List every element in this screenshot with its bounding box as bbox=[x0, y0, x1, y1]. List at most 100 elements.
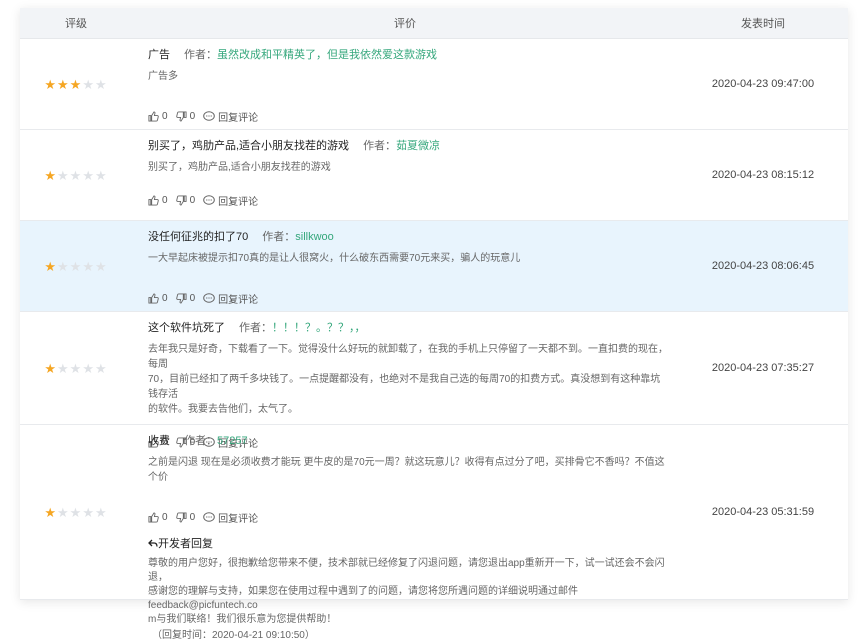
table-row: ★★★★★ 收费 作者：57257 之前是闪退 现在是必须收费才能玩 更牛皮的是7… bbox=[20, 425, 848, 641]
thumbs-down-icon bbox=[175, 111, 187, 122]
star-filled-icon: ★ bbox=[44, 360, 58, 376]
star-filled-icon: ★ bbox=[44, 167, 58, 183]
star-empty-icon: ★ bbox=[82, 258, 95, 274]
star-rating: ★★★★★ bbox=[44, 260, 107, 273]
time-cell: 2020-04-23 07:35:27 bbox=[711, 362, 815, 374]
thumbs-down-icon bbox=[175, 195, 187, 206]
review-cell: 广告 作者：虽然改成和平精英了，但是我依然爱这款游戏 广告多 0 0 回复评论 bbox=[132, 39, 678, 129]
dislike-button[interactable]: 0 bbox=[175, 512, 195, 523]
time-cell: 2020-04-23 05:31:59 bbox=[711, 506, 815, 518]
review-author[interactable]: sillkwoo bbox=[295, 231, 334, 243]
rating-cell: ★★★★★ bbox=[20, 39, 132, 129]
dislike-button[interactable]: 0 bbox=[175, 293, 195, 304]
table-row: ★★★★★ 没任何征兆的扣了70 作者：sillkwoo 一大早起床被提示扣70真… bbox=[20, 221, 848, 312]
review-content: 一大早起床被提示扣70真的是让人很窝火，什么破东西需要70元来买，骗人的玩意儿 bbox=[148, 253, 521, 264]
star-empty-icon: ★ bbox=[94, 258, 108, 274]
star-filled-icon: ★ bbox=[44, 76, 58, 92]
like-button[interactable]: 0 bbox=[148, 293, 168, 304]
star-empty-icon: ★ bbox=[69, 504, 83, 520]
time-cell: 2020-04-23 09:47:00 bbox=[711, 78, 815, 90]
reply-arrow-icon bbox=[148, 539, 158, 547]
review-content: 之前是闪退 现在是必须收费才能玩 更牛皮的是70元一周？就这玩意儿？收得有点过分… bbox=[148, 457, 665, 483]
review-author[interactable]: 57257 bbox=[217, 435, 248, 447]
star-empty-icon: ★ bbox=[82, 504, 95, 520]
comment-icon bbox=[203, 293, 215, 303]
comment-icon bbox=[203, 111, 215, 121]
star-empty-icon: ★ bbox=[57, 258, 70, 274]
star-empty-icon: ★ bbox=[57, 360, 70, 376]
review-content: 别买了，鸡肋产品,适合小朋友找茬的游戏 bbox=[148, 162, 331, 173]
like-button[interactable]: 0 bbox=[148, 195, 168, 206]
thumbs-down-icon bbox=[175, 512, 187, 523]
review-author[interactable]: 虽然改成和平精英了，但是我依然爱这款游戏 bbox=[217, 49, 437, 61]
table-row: ★★★★★ 这个软件坑死了 作者：！！！？。？？，， 去年我只是好奇，下载看了一下… bbox=[20, 312, 848, 450]
review-cell: 别买了，鸡肋产品,适合小朋友找茬的游戏 作者：茹夏微凉 别买了，鸡肋产品,适合小朋… bbox=[132, 130, 678, 220]
comment-icon bbox=[203, 195, 215, 205]
reply-button[interactable]: 回复评论 bbox=[203, 193, 258, 208]
star-empty-icon: ★ bbox=[82, 360, 95, 376]
thumbs-up-icon bbox=[148, 111, 159, 122]
star-rating: ★★★★★ bbox=[44, 506, 107, 519]
reply-button[interactable]: 回复评论 bbox=[203, 109, 258, 124]
author-label: 作者： bbox=[262, 231, 296, 243]
like-button[interactable]: 0 bbox=[148, 111, 168, 122]
author-label: 作者： bbox=[239, 322, 272, 334]
star-filled-icon: ★ bbox=[69, 76, 83, 92]
rating-cell: ★★★★★ bbox=[20, 425, 132, 599]
review-actions: 0 0 回复评论 bbox=[148, 291, 668, 306]
rating-cell: ★★★★★ bbox=[20, 312, 132, 424]
review-cell: 没任何征兆的扣了70 作者：sillkwoo 一大早起床被提示扣70真的是让人很窝… bbox=[132, 221, 678, 311]
header-rating: 评级 bbox=[65, 18, 87, 30]
time-cell: 2020-04-23 08:06:45 bbox=[711, 260, 815, 272]
author-label: 作者： bbox=[363, 140, 397, 152]
star-empty-icon: ★ bbox=[94, 360, 108, 376]
reply-button[interactable]: 回复评论 bbox=[203, 510, 258, 525]
star-empty-icon: ★ bbox=[57, 504, 70, 520]
star-empty-icon: ★ bbox=[82, 76, 95, 92]
review-content: 去年我只是好奇，下载看了一下。觉得没什么好玩的就卸载了，在我的手机上只停留了一天… bbox=[148, 344, 668, 415]
review-title: 别买了，鸡肋产品,适合小朋友找茬的游戏 bbox=[148, 140, 350, 152]
review-actions: 0 0 回复评论 bbox=[148, 510, 668, 525]
like-button[interactable]: 0 bbox=[148, 512, 168, 523]
review-content: 广告多 bbox=[148, 71, 178, 82]
developer-reply-time: （回复时间：2020-04-21 09:10:50） bbox=[152, 630, 315, 641]
review-actions: 0 0 回复评论 bbox=[148, 109, 668, 124]
header-time: 发表时间 bbox=[741, 18, 785, 30]
star-empty-icon: ★ bbox=[69, 258, 83, 274]
star-filled-icon: ★ bbox=[44, 504, 58, 520]
thumbs-up-icon bbox=[148, 293, 159, 304]
table-row: ★★★★★ 别买了，鸡肋产品,适合小朋友找茬的游戏 作者：茹夏微凉 别买了，鸡肋产… bbox=[20, 130, 848, 221]
rating-cell: ★★★★★ bbox=[20, 221, 132, 311]
reviews-table: 评级 评价 发表时间 ★★★★★ 广告 作者：虽然改成和平精英了，但是我依然爱这款… bbox=[20, 8, 848, 641]
dislike-button[interactable]: 0 bbox=[175, 195, 195, 206]
table-row: ★★★★★ 广告 作者：虽然改成和平精英了，但是我依然爱这款游戏 广告多 0 0 … bbox=[20, 39, 848, 130]
star-empty-icon: ★ bbox=[69, 167, 83, 183]
review-cell: 这个软件坑死了 作者：！！！？。？？，， 去年我只是好奇，下载看了一下。觉得没什么… bbox=[132, 312, 678, 450]
review-title: 广告 bbox=[148, 49, 170, 61]
dislike-button[interactable]: 0 bbox=[175, 111, 195, 122]
thumbs-down-icon bbox=[175, 293, 187, 304]
review-title: 这个软件坑死了 bbox=[148, 322, 225, 334]
star-empty-icon: ★ bbox=[94, 167, 108, 183]
star-empty-icon: ★ bbox=[69, 360, 83, 376]
thumbs-up-icon bbox=[148, 195, 159, 206]
star-empty-icon: ★ bbox=[94, 76, 108, 92]
star-rating: ★★★★★ bbox=[44, 78, 107, 91]
table-header: 评级 评价 发表时间 bbox=[20, 8, 848, 39]
rating-cell: ★★★★★ bbox=[20, 130, 132, 220]
star-filled-icon: ★ bbox=[44, 258, 58, 274]
developer-reply-text: 尊敬的用户您好，很抱歉给您带来不便，技术部就已经修复了闪退问题，请您退出app重… bbox=[148, 558, 665, 625]
review-actions: 0 0 回复评论 bbox=[148, 193, 668, 208]
header-review: 评价 bbox=[394, 18, 416, 30]
developer-reply-header: 开发者回复 bbox=[148, 535, 668, 551]
review-author[interactable]: 茹夏微凉 bbox=[396, 140, 440, 152]
review-author[interactable]: ！！！？。？？，， bbox=[272, 322, 366, 334]
comment-icon bbox=[203, 512, 215, 522]
review-cell: 收费 作者：57257 之前是闪退 现在是必须收费才能玩 更牛皮的是70元一周？就… bbox=[132, 425, 678, 641]
review-title: 收费 bbox=[148, 435, 170, 447]
reply-button[interactable]: 回复评论 bbox=[203, 291, 258, 306]
star-empty-icon: ★ bbox=[94, 504, 108, 520]
time-cell: 2020-04-23 08:15:12 bbox=[711, 169, 815, 181]
author-label: 作者： bbox=[184, 49, 217, 61]
review-title: 没任何征兆的扣了70 bbox=[148, 231, 249, 243]
